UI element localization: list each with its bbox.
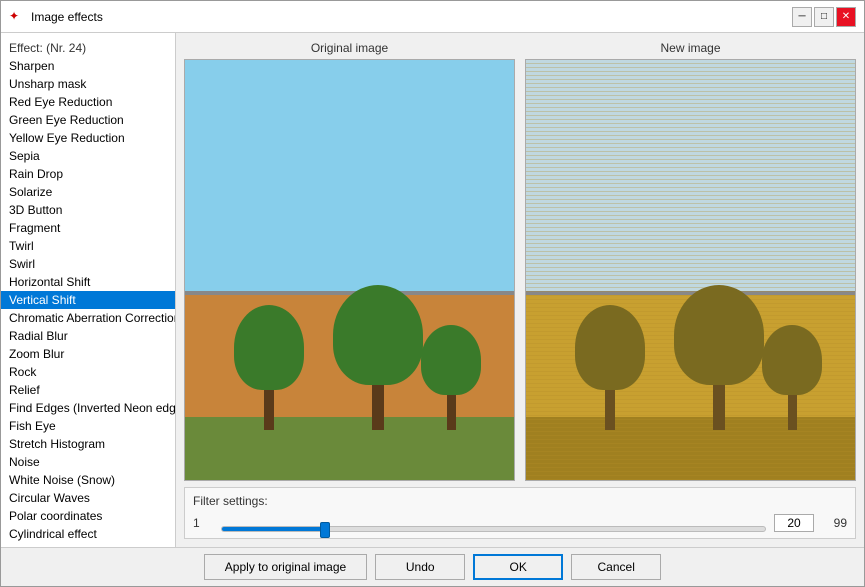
- effect-list-item[interactable]: Fish Eye: [1, 417, 175, 435]
- effect-list-item[interactable]: Relief: [1, 381, 175, 399]
- original-image-label: Original image: [311, 41, 388, 55]
- maximize-button[interactable]: □: [814, 7, 834, 27]
- effect-list-item[interactable]: Circular Waves: [1, 489, 175, 507]
- slider-min: 1: [193, 516, 213, 530]
- content-area: Effect: (Nr. 24) BlurGaussian BlurFast G…: [1, 33, 864, 547]
- slider-value-input[interactable]: [774, 514, 814, 532]
- effect-list-item[interactable]: Twirl: [1, 237, 175, 255]
- effect-list-item[interactable]: 3D Button: [1, 201, 175, 219]
- slider-row: 1 99: [193, 514, 847, 532]
- effect-list-item[interactable]: Radial Blur: [1, 327, 175, 345]
- minimize-button[interactable]: ─: [792, 7, 812, 27]
- original-image-frame: [184, 59, 515, 481]
- effect-list-item[interactable]: Solarize: [1, 183, 175, 201]
- images-row: Original image: [184, 41, 856, 481]
- effect-list-item[interactable]: Red Eye Reduction: [1, 93, 175, 111]
- bottom-bar: Apply to original image Undo OK Cancel: [1, 547, 864, 586]
- effect-list-item[interactable]: Rain Drop: [1, 165, 175, 183]
- right-panel: Original image: [176, 33, 864, 547]
- tree-3: [421, 325, 481, 430]
- cancel-button[interactable]: Cancel: [571, 554, 661, 580]
- effect-list-item[interactable]: Zoom Blur: [1, 345, 175, 363]
- slider-thumb[interactable]: [320, 522, 330, 538]
- new-tree-1: [575, 305, 645, 430]
- effect-list-item[interactable]: Horizontal Shift: [1, 273, 175, 291]
- new-image-frame: [525, 59, 856, 481]
- undo-button[interactable]: Undo: [375, 554, 465, 580]
- title-bar-buttons: ─ □ ✕: [792, 7, 856, 27]
- apply-button[interactable]: Apply to original image: [204, 554, 367, 580]
- new-tree-2: [674, 285, 764, 430]
- app-icon: ✦: [9, 9, 25, 25]
- effect-list-item[interactable]: White Noise (Snow): [1, 471, 175, 489]
- effect-list-item[interactable]: Stretch Histogram: [1, 435, 175, 453]
- slider-track[interactable]: [221, 526, 766, 532]
- original-scene: [185, 60, 514, 480]
- effect-list-item[interactable]: Sharpen: [1, 57, 175, 75]
- effect-number: (Nr. 24): [46, 41, 86, 55]
- original-sky: [185, 60, 514, 291]
- effect-list-item[interactable]: Fragment: [1, 219, 175, 237]
- effect-list-item[interactable]: Cylindrical effect: [1, 525, 175, 543]
- new-tree-3: [762, 325, 822, 430]
- effect-list-item[interactable]: Find Edges (Inverted Neon edge): [1, 399, 175, 417]
- effect-list-item[interactable]: Green Eye Reduction: [1, 111, 175, 129]
- slider-max: 99: [822, 516, 847, 530]
- slider-container: [221, 518, 766, 532]
- tree-1: [234, 305, 304, 430]
- ok-button[interactable]: OK: [473, 554, 563, 580]
- new-image-label: New image: [660, 41, 720, 55]
- effect-label-row: Effect: (Nr. 24): [1, 37, 175, 57]
- close-button[interactable]: ✕: [836, 7, 856, 27]
- effect-list-item[interactable]: Noise: [1, 453, 175, 471]
- title-bar: ✦ Image effects ─ □ ✕: [1, 1, 864, 33]
- effect-label: Effect:: [9, 41, 43, 55]
- filter-settings-label: Filter settings:: [193, 494, 847, 508]
- window-title: Image effects: [31, 10, 103, 24]
- main-window: ✦ Image effects ─ □ ✕ Effect: (Nr. 24) B…: [0, 0, 865, 587]
- new-image-container: New image: [525, 41, 856, 481]
- effect-list-item[interactable]: Swirl: [1, 255, 175, 273]
- slider-fill: [222, 527, 325, 531]
- effect-list-item[interactable]: Rock: [1, 363, 175, 381]
- effect-list-item[interactable]: Polar coordinates: [1, 507, 175, 525]
- effect-list-item[interactable]: Vertical Shift: [1, 291, 175, 309]
- effect-list-item[interactable]: Chromatic Aberration Correction: [1, 309, 175, 327]
- effect-list-item[interactable]: Unsharp mask: [1, 75, 175, 93]
- effect-list[interactable]: BlurGaussian BlurFast Gaussian BlurBlur …: [1, 57, 175, 543]
- filter-settings: Filter settings: 1 99: [184, 487, 856, 539]
- title-bar-left: ✦ Image effects: [9, 9, 103, 25]
- new-scene: [526, 60, 855, 480]
- left-panel: Effect: (Nr. 24) BlurGaussian BlurFast G…: [1, 33, 176, 547]
- effect-list-item[interactable]: Yellow Eye Reduction: [1, 129, 175, 147]
- effect-list-item[interactable]: Sepia: [1, 147, 175, 165]
- tree-2: [333, 285, 423, 430]
- original-image-container: Original image: [184, 41, 515, 481]
